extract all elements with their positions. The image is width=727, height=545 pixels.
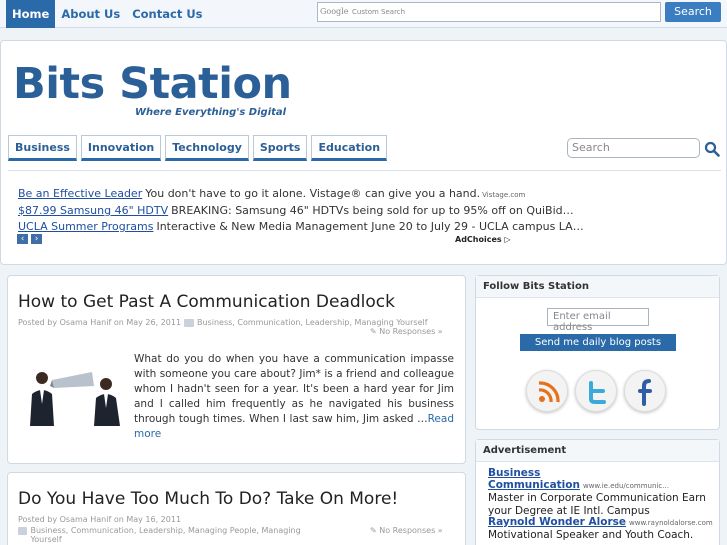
ad-row: Be an Effective Leader You don't have to … xyxy=(18,187,525,200)
comment-icon: ✎ xyxy=(370,526,380,535)
top-bar: Home About Us Contact Us Google Custom S… xyxy=(0,0,727,28)
nav-about-link[interactable]: About Us xyxy=(55,0,126,28)
category-technology-tab[interactable]: Technology xyxy=(165,135,249,161)
post-excerpt-text: What do you do when you have a communica… xyxy=(134,353,454,425)
category-sports-tab[interactable]: Sports xyxy=(252,135,308,161)
google-logo: Google xyxy=(320,7,349,16)
ad-next-icon[interactable]: › xyxy=(31,234,42,244)
header-divider xyxy=(8,170,721,171)
follow-widget: Follow Bits Station Enter email address … xyxy=(475,275,720,430)
ad-text: BREAKING: Samsung 46" HDTVs being sold f… xyxy=(171,204,574,217)
site-header: Bits Station Where Everything's Digital … xyxy=(0,40,727,265)
google-search-placeholder: Custom Search xyxy=(352,8,406,16)
header-search-input[interactable]: Search xyxy=(567,138,700,158)
facebook-icon xyxy=(638,379,652,406)
ad-prev-icon[interactable]: ‹ xyxy=(17,234,28,244)
ad-link[interactable]: $87.99 Samsung 46" HDTV xyxy=(18,204,168,217)
post-responses[interactable]: ✎ No Responses » xyxy=(370,327,443,336)
category-business-tab[interactable]: Business xyxy=(8,135,77,161)
ad-text: You don't have to go it alone. Vistage® … xyxy=(145,187,481,200)
post-responses[interactable]: ✎ No Responses » xyxy=(370,526,443,535)
folder-icon xyxy=(18,527,28,535)
comment-icon: ✎ xyxy=(370,327,380,336)
sidebar-ad-link[interactable]: Business Communication xyxy=(488,467,580,491)
nav-contact-link[interactable]: Contact Us xyxy=(126,0,208,28)
twitter-button[interactable] xyxy=(575,370,617,412)
ad-row: UCLA Summer Programs Interactive & New Me… xyxy=(18,220,584,233)
subscribe-button[interactable]: Send me daily blog posts digest xyxy=(520,334,676,365)
adchoices-label[interactable]: AdChoices ▷ xyxy=(455,235,511,244)
sidebar-ad-desc: Master in Corporate Communication Earn y… xyxy=(488,492,706,517)
ad-row: $87.99 Samsung 46" HDTV BREAKING: Samsung… xyxy=(18,204,574,217)
post-categories: Business, Communication, Leadership, Man… xyxy=(184,318,454,327)
sidebar-ad-url[interactable]: www.raynoldalorse.com xyxy=(629,519,713,527)
post-meta: Posted by Osama Hanif on May 26, 2011 xyxy=(18,318,182,327)
category-innovation-tab[interactable]: Innovation xyxy=(80,135,162,161)
ad-nav: ‹ › xyxy=(17,234,42,244)
sidebar-ad: Raynold Wonder Alorse www.raynoldalorse.c… xyxy=(488,516,713,542)
sidebar-ad-desc: Motivational Speaker and Youth Coach. xyxy=(488,529,694,541)
category-education-tab[interactable]: Education xyxy=(311,135,388,161)
post-responses-text[interactable]: No Responses » xyxy=(379,327,442,336)
facebook-button[interactable] xyxy=(624,370,666,412)
advertisement-widget-title: Advertisement xyxy=(476,440,719,462)
top-nav: Home About Us Contact Us xyxy=(6,0,209,28)
post-categories-text[interactable]: Business, Communication, Leadership, Man… xyxy=(197,318,428,327)
google-search-input[interactable]: Google Custom Search xyxy=(317,2,661,22)
sidebar-ad-url[interactable]: www.ie.edu/communic… xyxy=(583,482,669,490)
category-nav: Business Innovation Technology Sports Ed… xyxy=(8,135,391,161)
post-meta: Posted by Osama Hanif on May 16, 2011 xyxy=(18,515,182,524)
sidebar-ad: Business Communication www.ie.edu/communi… xyxy=(488,467,713,518)
ad-link[interactable]: UCLA Summer Programs xyxy=(18,220,153,233)
post-responses-text[interactable]: No Responses » xyxy=(379,526,442,535)
nav-home-link[interactable]: Home xyxy=(6,0,56,28)
post-card: How to Get Past A Communication Deadlock… xyxy=(7,275,466,464)
folder-icon xyxy=(184,319,194,327)
rss-icon xyxy=(538,381,560,403)
post-title[interactable]: Do You Have Too Much To Do? Take On More… xyxy=(18,489,398,509)
post-excerpt: What do you do when you have a communica… xyxy=(134,352,454,442)
site-tagline: Where Everything's Digital xyxy=(135,107,287,118)
email-field[interactable]: Enter email address xyxy=(547,308,649,333)
post-thumbnail-image[interactable] xyxy=(24,364,128,426)
sidebar-ad-link[interactable]: Raynold Wonder Alorse xyxy=(488,516,626,528)
google-search-button[interactable]: Search xyxy=(665,2,721,22)
post-card: Do You Have Too Much To Do? Take On More… xyxy=(7,472,466,545)
site-logo[interactable]: Bits Station xyxy=(13,59,292,109)
post-title[interactable]: How to Get Past A Communication Deadlock xyxy=(18,292,395,312)
twitter-icon xyxy=(589,381,606,404)
post-categories-text[interactable]: Business, Communication, Leadership, Man… xyxy=(30,526,318,544)
post-categories: Business, Communication, Leadership, Man… xyxy=(18,526,318,544)
ad-text: Interactive & New Media Management June … xyxy=(156,220,584,233)
search-icon[interactable] xyxy=(704,141,720,157)
advertisement-widget: Advertisement Business Communication www.… xyxy=(475,439,720,545)
ad-link[interactable]: Be an Effective Leader xyxy=(18,187,142,200)
rss-button[interactable] xyxy=(526,370,568,412)
ad-url[interactable]: Vistage.com xyxy=(482,191,525,199)
follow-widget-title: Follow Bits Station xyxy=(476,276,719,298)
